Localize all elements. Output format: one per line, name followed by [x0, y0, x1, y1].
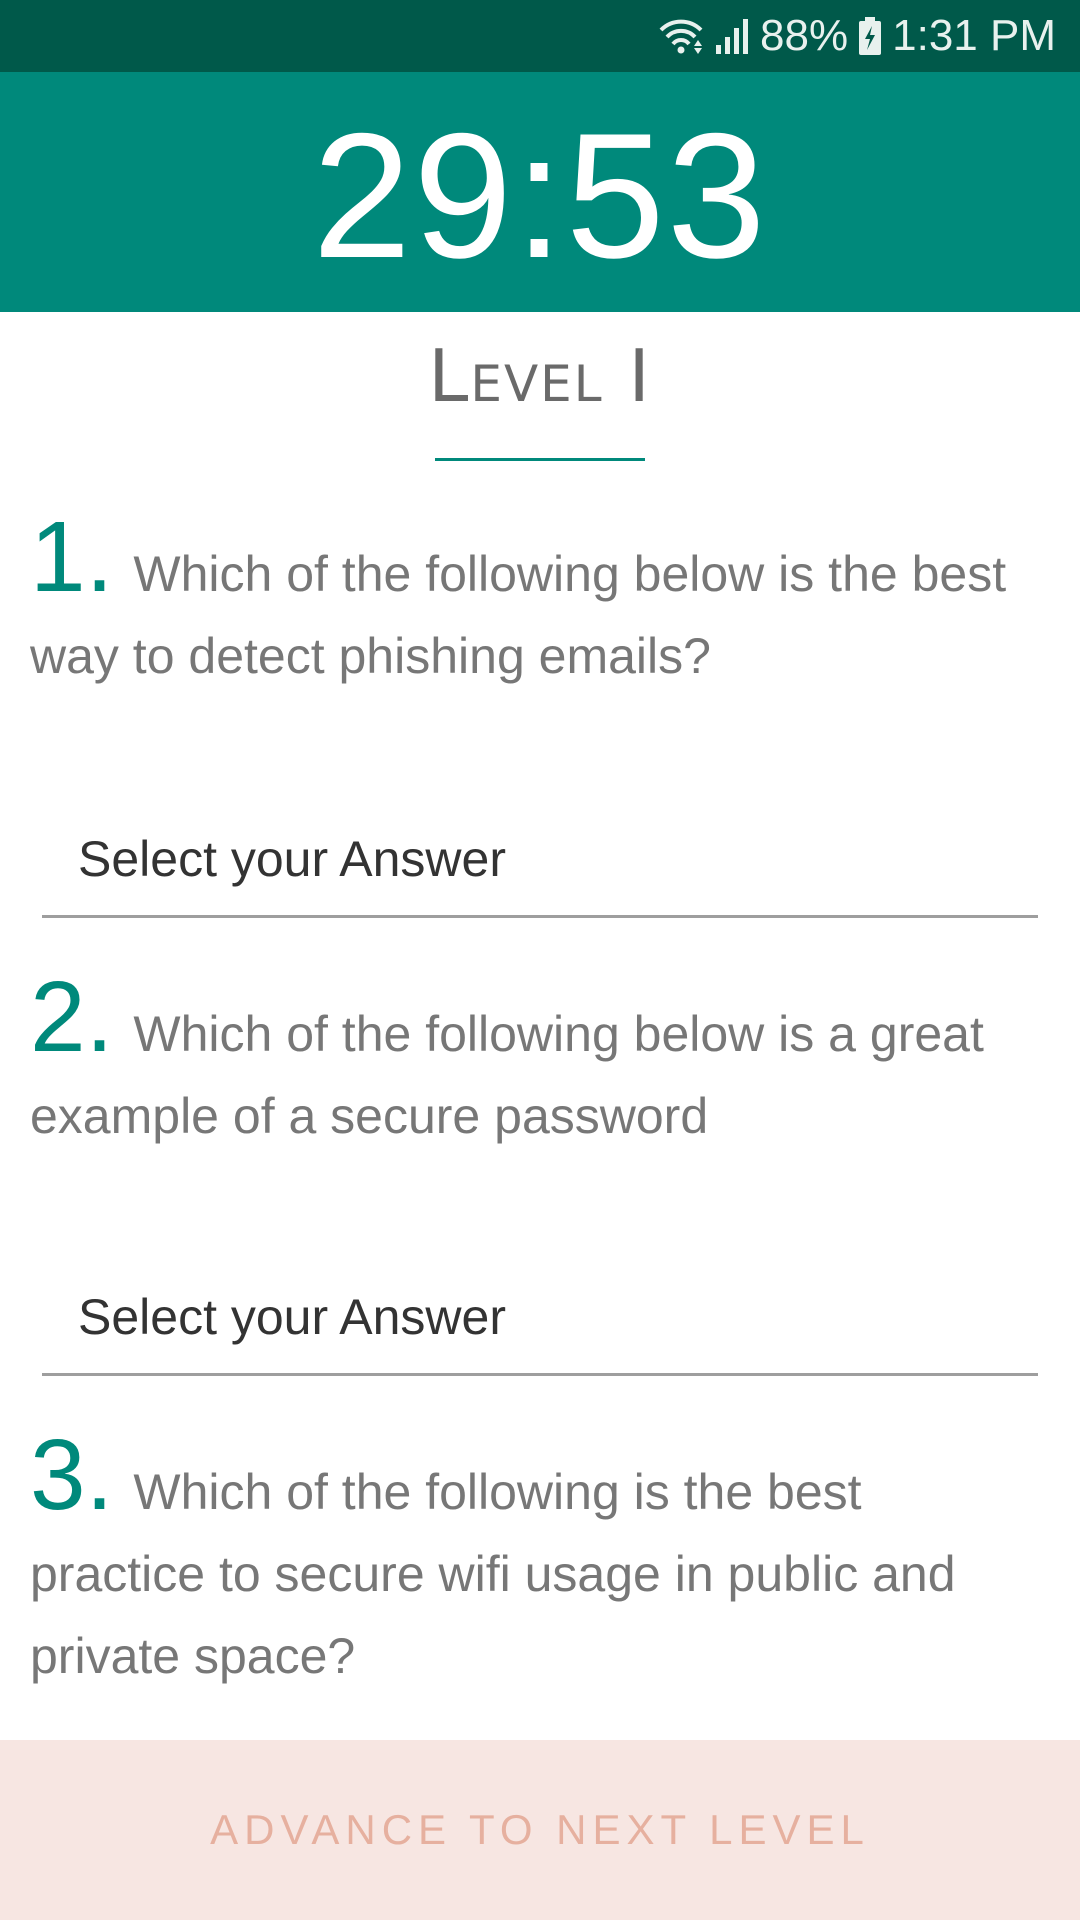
- question-2: 2. Which of the following below is a grea…: [30, 967, 1030, 1157]
- question-text: Which of the following is the best pract…: [30, 1464, 956, 1684]
- answer-select-2[interactable]: Select your Answer: [42, 1258, 1038, 1376]
- clock-time: 1:31 PM: [892, 11, 1056, 60]
- timer-header: 29:53: [0, 72, 1080, 312]
- question-text: Which of the following below is a great …: [30, 1006, 984, 1144]
- answer-placeholder: Select your Answer: [78, 831, 506, 887]
- question-3: 3. Which of the following is the best pra…: [30, 1425, 1030, 1697]
- question-number: 3.: [30, 1419, 114, 1531]
- level-underline: [435, 458, 645, 461]
- level-title: Level I: [428, 334, 652, 418]
- wifi-icon: [658, 16, 704, 56]
- answer-placeholder: Select your Answer: [78, 1289, 506, 1345]
- question-number: 1.: [30, 501, 114, 613]
- question-text: Which of the following below is the best…: [30, 546, 1007, 684]
- question-number: 2.: [30, 961, 114, 1073]
- advance-button-label: ADVANCE TO NEXT LEVEL: [210, 1806, 870, 1853]
- battery-percent: 88%: [760, 11, 849, 60]
- status-bar: 88% 1:31 PM: [0, 0, 1080, 72]
- battery-charging-icon: [858, 16, 882, 56]
- answer-select-1[interactable]: Select your Answer: [42, 800, 1038, 918]
- advance-button[interactable]: ADVANCE TO NEXT LEVEL: [0, 1740, 1080, 1920]
- signal-icon: [714, 17, 750, 55]
- question-1: 1. Which of the following below is the be…: [30, 507, 1030, 697]
- countdown-timer: 29:53: [312, 96, 768, 295]
